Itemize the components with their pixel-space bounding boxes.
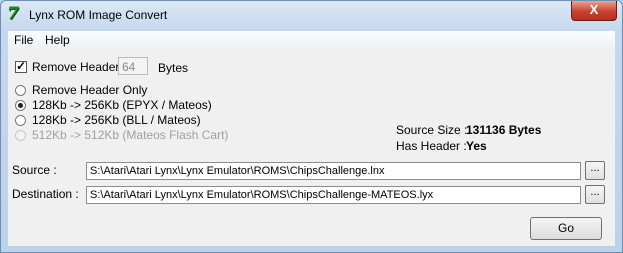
menu-file[interactable]: File (11, 33, 36, 47)
radio-mateos-flash-cart (15, 130, 26, 141)
checkmark-icon: ✓ (16, 59, 27, 73)
go-button[interactable]: Go (530, 217, 602, 240)
has-header-value: Yes (466, 139, 487, 153)
menu-bar: File Help (8, 31, 615, 51)
remove-header-checkbox[interactable]: ✓ (15, 59, 27, 73)
source-size-label: Source Size : (396, 123, 468, 137)
main-panel: ✓ Remove Header 64 Bytes Remove Header O… (8, 50, 615, 246)
radio-remove-header-only[interactable] (15, 85, 26, 96)
has-header-label: Has Header : (396, 139, 467, 153)
destination-label: Destination : (12, 187, 79, 201)
bytes-label: Bytes (158, 61, 189, 75)
source-label: Source : (12, 163, 57, 177)
radio-mateos-flash-cart-label: 512Kb -> 512Kb (Mateos Flash Cart) (32, 128, 229, 142)
source-browse-button[interactable]: ... (585, 161, 605, 180)
menu-help[interactable]: Help (42, 33, 73, 47)
source-size-value: 131136 Bytes (466, 123, 542, 137)
app-icon: 7 (7, 4, 19, 24)
radio-epyx-mateos[interactable] (15, 100, 26, 111)
radio-epyx-mateos-label[interactable]: 128Kb -> 256Kb (EPYX / Mateos) (32, 98, 212, 112)
title-bar[interactable]: 7 Lynx ROM Image Convert X (1, 1, 622, 31)
destination-browse-button[interactable]: ... (585, 185, 605, 204)
radio-bll-mateos[interactable] (15, 115, 26, 126)
close-button[interactable]: X (571, 1, 617, 21)
window-title: Lynx ROM Image Convert (29, 8, 168, 22)
radio-remove-header-only-label[interactable]: Remove Header Only (32, 83, 147, 97)
close-icon: X (589, 2, 599, 17)
header-size-input[interactable]: 64 (118, 57, 148, 75)
radio-bll-mateos-label[interactable]: 128Kb -> 256Kb (BLL / Mateos) (32, 113, 201, 127)
remove-header-label[interactable]: Remove Header (32, 60, 119, 74)
app-window: 7 Lynx ROM Image Convert X File Help ✓ R… (0, 0, 623, 253)
source-path-input[interactable]: S:\Atari\Atari Lynx\Lynx Emulator\ROMS\C… (86, 162, 581, 180)
destination-path-input[interactable]: S:\Atari\Atari Lynx\Lynx Emulator\ROMS\C… (86, 186, 581, 204)
